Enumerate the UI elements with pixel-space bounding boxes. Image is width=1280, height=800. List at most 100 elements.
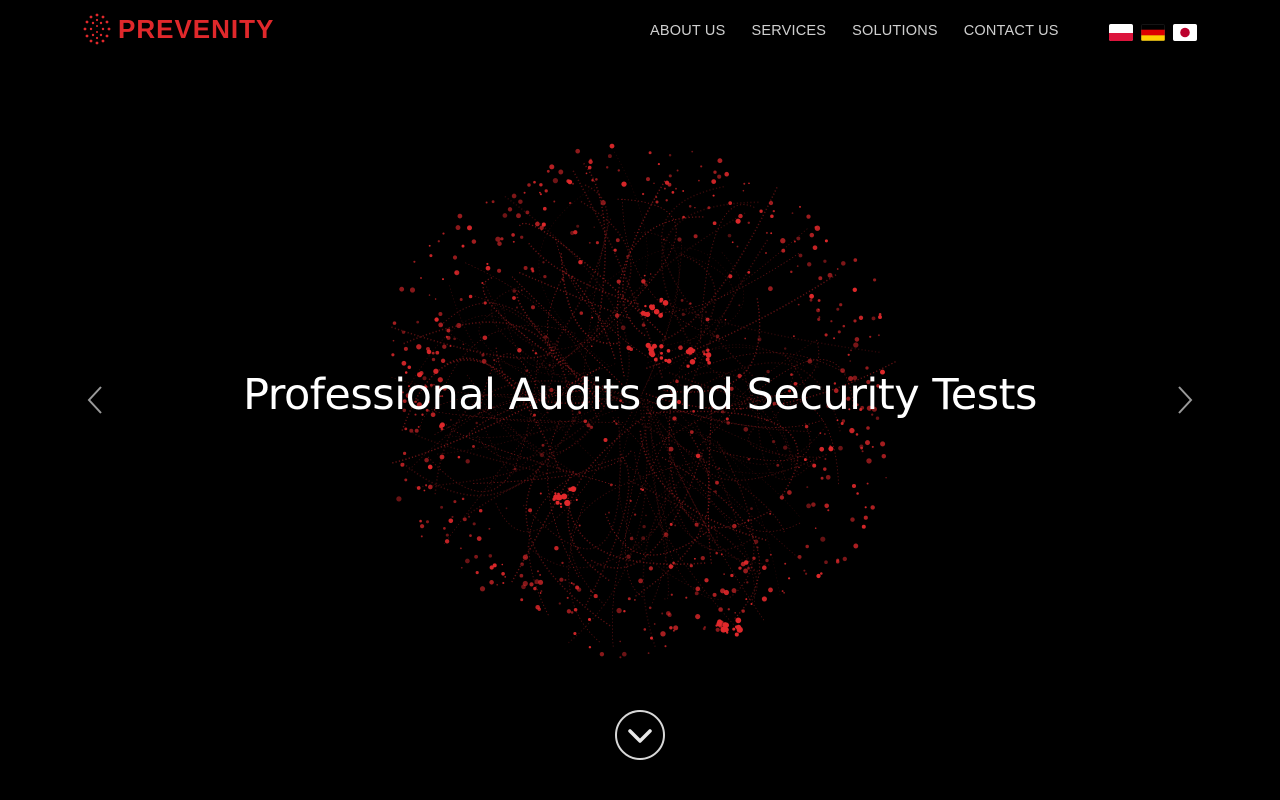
particle-dot (505, 507, 508, 510)
particle-cluster-dot (726, 631, 729, 634)
particle-strand (528, 456, 623, 616)
polish-flag-icon[interactable] (1109, 24, 1133, 41)
particle-cluster-dot (705, 352, 712, 358)
chevron-right-icon[interactable] (1172, 384, 1196, 416)
particle-dot (536, 570, 540, 573)
particle-dot (485, 265, 491, 271)
particle-dot (607, 154, 612, 159)
particle-dot (668, 446, 674, 452)
particle-dot (824, 333, 828, 337)
particle-dot (544, 189, 548, 193)
particle-dot (769, 512, 772, 515)
particle-dot (600, 200, 606, 206)
particle-cluster-dot (649, 304, 656, 311)
particle-dot (535, 605, 540, 610)
particle-cluster-dot (732, 627, 736, 631)
logo[interactable]: PREVENITY (82, 12, 274, 46)
chevron-left-icon[interactable] (84, 384, 108, 416)
particle-dot (824, 239, 828, 243)
particle-dot (564, 579, 567, 581)
particle-dot (517, 348, 522, 353)
particle-dot (539, 183, 543, 187)
particle-dot (781, 590, 784, 593)
particle-strand (467, 470, 581, 516)
particle-cluster-dot (556, 494, 563, 501)
particle-dot (511, 233, 515, 237)
particle-dot (661, 612, 664, 615)
particle-dot (401, 360, 407, 366)
german-flag-icon[interactable] (1141, 24, 1165, 41)
particle-dot (700, 165, 703, 168)
particle-dot (445, 335, 448, 338)
particle-dot (676, 169, 679, 172)
particle-dot (878, 312, 882, 316)
particle-dot (728, 201, 733, 205)
particle-strand (678, 254, 716, 369)
particle-dot (609, 143, 615, 149)
particle-dot (746, 581, 749, 584)
particle-dot (493, 359, 496, 362)
particle-strand (412, 431, 550, 475)
particle-dot (626, 554, 631, 559)
particle-dot (573, 631, 577, 636)
particle-cluster-dot (666, 349, 671, 353)
particle-strand (643, 274, 837, 370)
particle-dot (797, 303, 800, 306)
particle-dot (449, 345, 452, 347)
particle-dot (829, 445, 832, 447)
particle-dot (501, 563, 504, 566)
particle-dot (634, 599, 636, 601)
particle-dot (717, 158, 723, 164)
particle-dot (806, 503, 811, 509)
particle-dot (682, 215, 685, 219)
particle-dot (442, 344, 447, 349)
nav-item-contact-us[interactable]: CONTACT US (964, 22, 1059, 40)
particle-dot (576, 224, 580, 228)
particle-dot (474, 554, 478, 559)
nav-item-about-us[interactable]: ABOUT US (650, 22, 725, 40)
particle-dot (761, 596, 767, 602)
particle-cluster-dot (653, 308, 660, 315)
particle-dot (520, 235, 524, 239)
particle-dot (491, 200, 495, 204)
particle-dot (855, 433, 859, 436)
particle-dot (750, 602, 753, 606)
nav-item-services[interactable]: SERVICES (751, 22, 826, 40)
particle-dot (569, 201, 572, 205)
particle-dot (740, 561, 746, 567)
particle-dot (695, 586, 701, 592)
particle-dot (771, 439, 776, 444)
particle-dot (762, 565, 767, 570)
particle-dot (588, 159, 593, 165)
particle-dot (566, 596, 569, 599)
nav-item-solutions[interactable]: SOLUTIONS (852, 22, 938, 40)
particle-dot (561, 278, 564, 281)
particle-dot (570, 582, 573, 585)
particle-dot (865, 440, 870, 446)
particle-dot (806, 486, 809, 489)
particle-dot (482, 335, 488, 341)
particle-dot (492, 563, 497, 568)
particle-dot (827, 272, 833, 278)
particle-strand (560, 253, 621, 345)
particle-dot (533, 180, 536, 184)
particle-dot (713, 170, 717, 174)
particle-dot (561, 561, 564, 565)
particle-dot (853, 543, 859, 549)
japanese-flag-icon[interactable] (1173, 24, 1197, 41)
particle-dot (869, 335, 872, 338)
particle-dot (609, 483, 613, 487)
particle-dot (728, 274, 733, 279)
particle-dot (603, 438, 608, 442)
particle-dot (454, 271, 458, 275)
particle-cluster-dot (658, 313, 663, 318)
particle-dot (669, 626, 673, 630)
particle-dot (446, 328, 451, 333)
particle-strand (650, 405, 723, 600)
chevron-down-circle-icon[interactable] (614, 709, 666, 761)
particle-dot (727, 608, 730, 611)
particle-dot (668, 174, 672, 178)
particle-cluster-dot (652, 343, 657, 349)
particle-dot (516, 213, 521, 219)
particle-dot (847, 353, 850, 356)
